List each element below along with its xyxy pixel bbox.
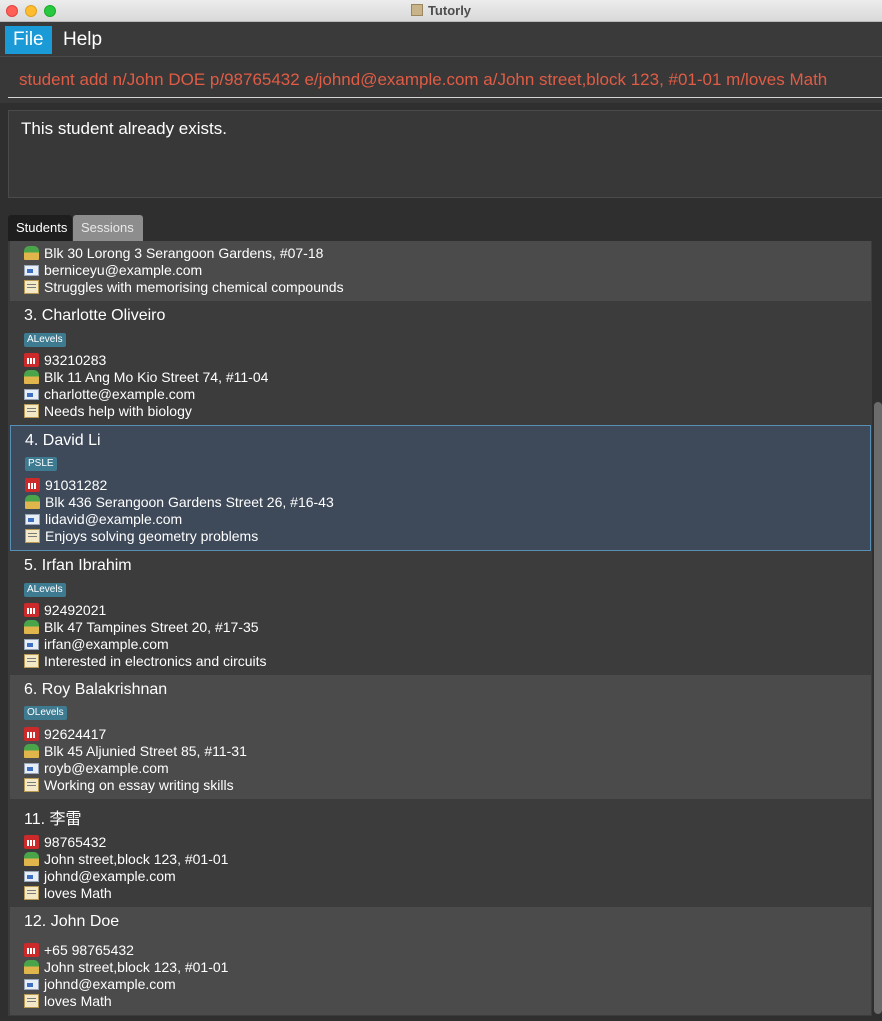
student-phone — [24, 241, 44, 243]
house-icon — [24, 960, 39, 974]
student-address: Blk 47 Tampines Street 20, #17-35 — [24, 619, 259, 636]
memo-icon — [24, 886, 39, 900]
email-icon — [24, 639, 39, 650]
house-icon — [24, 370, 39, 384]
student-name: 6. Roy Balakrishnan — [24, 681, 168, 698]
student-email: irfan@example.com — [24, 636, 169, 653]
window-title: Tutorly — [0, 3, 882, 18]
student-card[interactable]: 11. 李雷 98765432 John street,block 123, #… — [10, 799, 871, 907]
scrollbar-thumb[interactable] — [874, 402, 882, 1014]
student-card[interactable]: 6. Roy Balakrishnan OLevels 92624417 Blk… — [10, 675, 871, 799]
tab-students[interactable]: Students — [8, 215, 72, 241]
email-icon — [24, 763, 39, 774]
memo-icon — [24, 778, 39, 792]
student-phone: 92492021 — [24, 602, 106, 619]
student-email: johnd@example.com — [24, 868, 176, 885]
student-level-tag: ALevels — [24, 583, 66, 597]
menu-bar: File Help — [0, 22, 882, 57]
student-address: Blk 30 Lorong 3 Serangoon Gardens, #07-1… — [24, 245, 323, 262]
email-icon — [24, 265, 39, 276]
student-card-selected[interactable]: 4. David Li PSLE 91031282 Blk 436 Serang… — [10, 425, 871, 551]
student-address: John street,block 123, #01-01 — [24, 851, 228, 868]
phone-icon — [24, 353, 39, 367]
window-titlebar: Tutorly — [0, 0, 882, 22]
memo-icon — [25, 529, 40, 543]
student-memo: loves Math — [24, 993, 112, 1010]
student-card[interactable]: 3. Charlotte Oliveiro ALevels 93210283 B… — [10, 301, 871, 425]
student-memo: Working on essay writing skills — [24, 777, 234, 794]
student-address: Blk 11 Ang Mo Kio Street 74, #11-04 — [24, 369, 268, 386]
phone-icon — [25, 478, 40, 492]
house-icon — [24, 620, 39, 634]
window-title-text: Tutorly — [427, 3, 472, 18]
student-phone: 91031282 — [25, 477, 107, 494]
house-icon — [24, 246, 39, 260]
memo-icon — [24, 280, 39, 294]
command-input[interactable] — [8, 62, 882, 98]
student-phone: +65 98765432 — [24, 942, 134, 959]
phone-icon — [24, 835, 39, 849]
student-name: 4. David Li — [25, 432, 101, 449]
student-email: johnd@example.com — [24, 976, 176, 993]
student-email: berniceyu@example.com — [24, 262, 202, 279]
student-email: lidavid@example.com — [25, 511, 182, 528]
student-level-tag: ALevels — [24, 333, 66, 347]
student-level-tag: OLevels — [24, 706, 67, 720]
student-name: 12. John Doe — [24, 913, 120, 930]
student-phone: 93210283 — [24, 352, 106, 369]
phone-icon — [24, 727, 39, 741]
app-icon — [410, 4, 423, 16]
student-email: charlotte@example.com — [24, 386, 195, 403]
house-icon — [24, 744, 39, 758]
student-memo: Interested in electronics and circuits — [24, 653, 267, 670]
student-address: John street,block 123, #01-01 — [24, 959, 228, 976]
student-name: 11. 李雷 — [24, 811, 82, 828]
memo-icon — [24, 994, 39, 1008]
menu-file[interactable]: File — [5, 26, 52, 54]
student-level-tag: PSLE — [25, 457, 57, 471]
student-phone: 92624417 — [24, 726, 106, 743]
student-memo: Struggles with memorising chemical compo… — [24, 279, 344, 296]
house-icon — [24, 852, 39, 866]
result-display: This student already exists. — [8, 110, 882, 198]
student-name: 5. Irfan Ibrahim — [24, 557, 132, 574]
student-email: royb@example.com — [24, 760, 169, 777]
tab-sessions[interactable]: Sessions — [73, 215, 143, 241]
menu-help[interactable]: Help — [55, 26, 110, 54]
email-icon — [24, 389, 39, 400]
email-icon — [24, 871, 39, 882]
house-icon — [25, 495, 40, 509]
student-card[interactable]: Blk 30 Lorong 3 Serangoon Gardens, #07-1… — [10, 241, 871, 301]
student-card[interactable]: 12. John Doe +65 98765432 John street,bl… — [10, 907, 871, 1015]
student-memo: Enjoys solving geometry problems — [25, 528, 258, 545]
memo-icon — [24, 654, 39, 668]
phone-icon — [24, 603, 39, 617]
phone-icon — [24, 943, 39, 957]
student-address: Blk 436 Serangoon Gardens Street 26, #16… — [25, 494, 334, 511]
student-address: Blk 45 Aljunied Street 85, #11-31 — [24, 743, 247, 760]
student-list[interactable]: Blk 30 Lorong 3 Serangoon Gardens, #07-1… — [8, 241, 872, 1016]
email-icon — [25, 514, 40, 525]
student-memo: Needs help with biology — [24, 403, 192, 420]
email-icon — [24, 979, 39, 990]
student-phone: 98765432 — [24, 834, 106, 851]
student-name: 3. Charlotte Oliveiro — [24, 307, 166, 324]
memo-icon — [24, 404, 39, 418]
result-message: This student already exists. — [21, 119, 227, 138]
student-memo: loves Math — [24, 885, 112, 902]
command-box — [0, 57, 882, 103]
student-card[interactable]: 5. Irfan Ibrahim ALevels 92492021 Blk 47… — [10, 551, 871, 675]
